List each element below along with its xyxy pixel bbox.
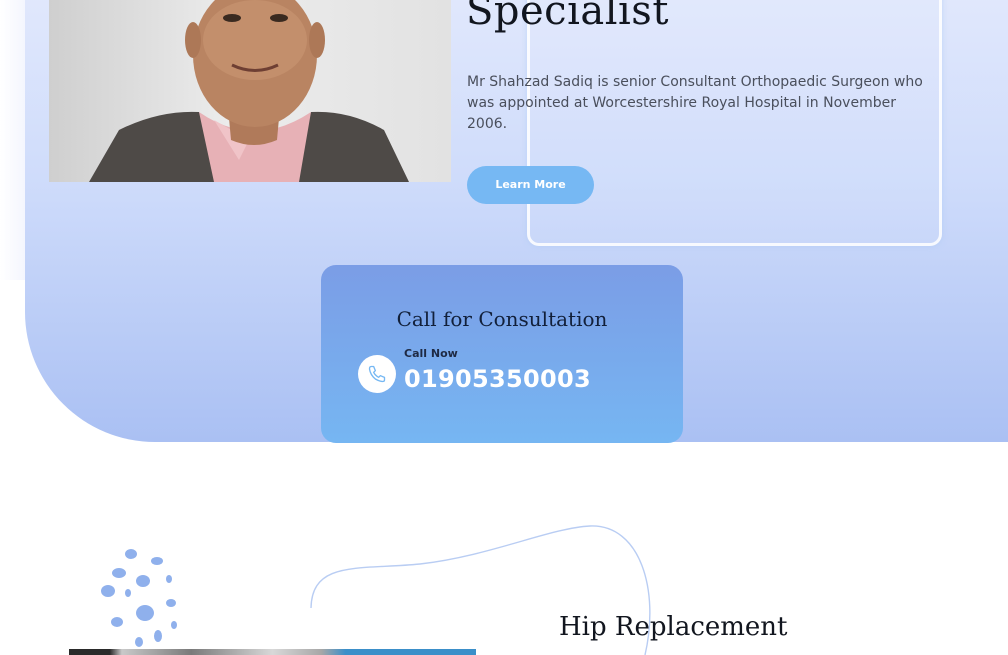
decorative-dots xyxy=(101,549,177,647)
hero-title: Specialist xyxy=(466,0,669,34)
section-title: Hip Replacement xyxy=(559,612,788,642)
consultation-title: Call for Consultation xyxy=(396,307,608,331)
phone-icon[interactable] xyxy=(358,355,396,393)
section-image xyxy=(69,649,476,655)
learn-more-button[interactable]: Learn More xyxy=(467,166,594,204)
doctor-portrait xyxy=(49,0,451,182)
hero-edge xyxy=(0,0,25,280)
phone-number-link[interactable]: 01905350003 xyxy=(404,365,591,393)
consultation-card: Call for Consultation Call Now 019053500… xyxy=(321,265,683,443)
call-now-label: Call Now xyxy=(404,347,458,360)
hero-description: Mr Shahzad Sadiq is senior Consultant Or… xyxy=(467,74,923,132)
